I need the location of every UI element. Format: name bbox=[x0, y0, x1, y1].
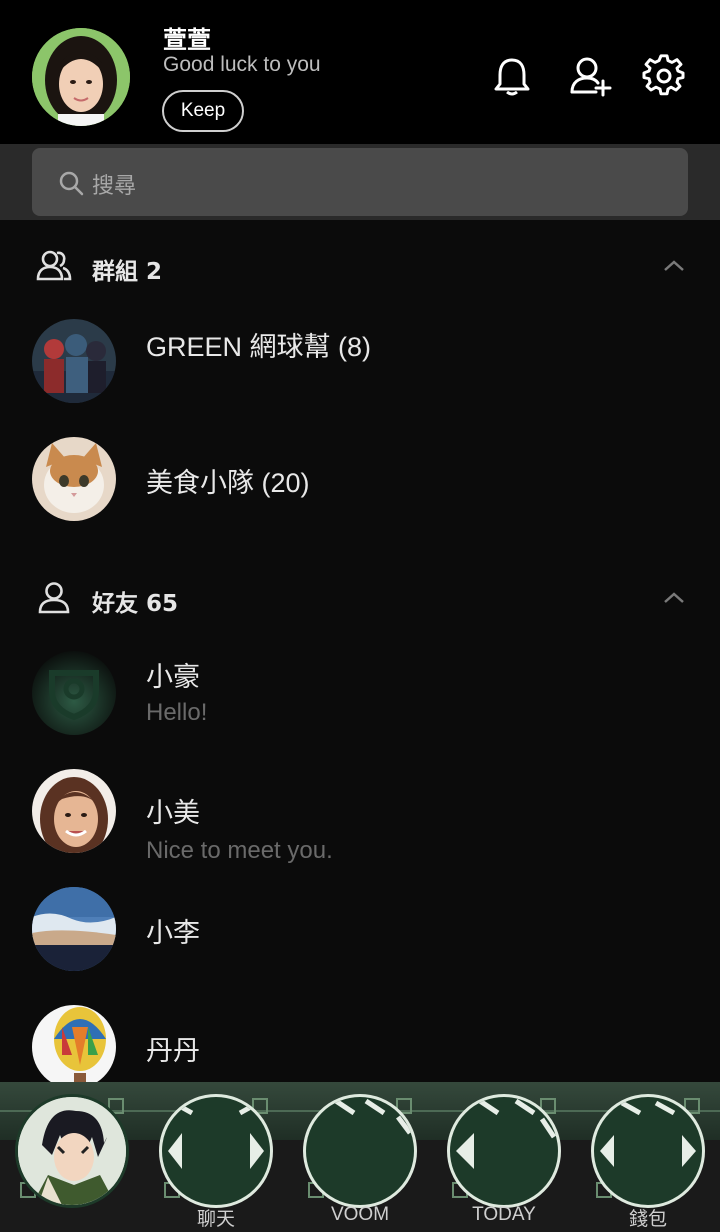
bell-icon[interactable] bbox=[490, 54, 534, 98]
group-row-food-team[interactable]: 美食小隊 (20) bbox=[0, 437, 720, 547]
group-avatar bbox=[32, 319, 116, 403]
friend-row[interactable]: 小美 Nice to meet you. bbox=[0, 769, 720, 879]
add-friend-icon[interactable] bbox=[568, 54, 612, 98]
profile-status-message[interactable]: Good luck to you bbox=[163, 53, 321, 77]
header: 萱萱 Good luck to you Keep bbox=[0, 0, 720, 144]
today-icon bbox=[447, 1094, 561, 1208]
voom-icon bbox=[303, 1094, 417, 1208]
nav-today[interactable]: TODAY bbox=[432, 1082, 576, 1232]
nav-label: TODAY bbox=[472, 1204, 536, 1225]
home-avatar bbox=[15, 1094, 129, 1208]
nav-wallet[interactable]: 錢包 bbox=[576, 1082, 720, 1232]
group-name: 美食小隊 (20) bbox=[146, 468, 310, 498]
friend-name: 丹丹 bbox=[146, 1036, 200, 1066]
nav-home[interactable] bbox=[0, 1082, 144, 1232]
friend-name: 小豪 bbox=[146, 662, 200, 692]
nav-label: 錢包 bbox=[628, 1209, 667, 1230]
search-icon bbox=[59, 171, 84, 196]
friend-avatar bbox=[32, 1005, 116, 1089]
friend-name: 小美 bbox=[146, 798, 200, 828]
chevron-up-icon[interactable] bbox=[660, 586, 688, 610]
gear-icon[interactable] bbox=[642, 54, 686, 98]
nav-label: VOOM bbox=[330, 1204, 390, 1225]
friend-name: 小李 bbox=[146, 918, 200, 948]
nav-chats[interactable]: 聊天 bbox=[144, 1082, 288, 1232]
friend-avatar bbox=[32, 887, 116, 971]
friend-row[interactable]: 小李 bbox=[0, 887, 720, 997]
nav-voom[interactable]: VOOM bbox=[288, 1082, 432, 1232]
chevron-up-icon[interactable] bbox=[660, 254, 688, 278]
chats-icon bbox=[159, 1094, 273, 1208]
friend-row[interactable]: 小豪 Hello! bbox=[0, 651, 720, 761]
search-bar: 搜尋 bbox=[0, 144, 720, 220]
wallet-icon bbox=[591, 1094, 705, 1208]
profile-photo bbox=[32, 28, 130, 126]
friend-icon bbox=[38, 582, 70, 614]
profile-name[interactable]: 萱萱 bbox=[163, 20, 211, 55]
friend-status-message: Hello! bbox=[146, 699, 208, 726]
group-avatar bbox=[32, 437, 116, 521]
groups-section-header[interactable]: 群組 2 bbox=[0, 242, 720, 292]
keep-button[interactable]: Keep bbox=[162, 90, 244, 132]
search-input[interactable]: 搜尋 bbox=[32, 148, 688, 216]
friend-avatar bbox=[32, 769, 116, 853]
group-icon bbox=[36, 250, 72, 281]
search-placeholder: 搜尋 bbox=[92, 174, 137, 199]
group-name: GREEN 網球幫 (8) bbox=[146, 332, 372, 362]
group-row-green-tennis[interactable]: GREEN 網球幫 (8) bbox=[0, 319, 720, 429]
friend-status-message: Nice to meet you. bbox=[146, 837, 333, 864]
friends-section-title: 好友 65 bbox=[92, 591, 179, 617]
groups-section-title: 群組 2 bbox=[92, 259, 163, 285]
friend-avatar bbox=[32, 651, 116, 735]
bottom-navigation: 聊天 VOOM TODAY 錢包 bbox=[0, 1082, 720, 1232]
nav-label: 聊天 bbox=[196, 1209, 235, 1230]
friends-section-header[interactable]: 好友 65 bbox=[0, 574, 720, 624]
profile-avatar[interactable] bbox=[32, 28, 130, 126]
